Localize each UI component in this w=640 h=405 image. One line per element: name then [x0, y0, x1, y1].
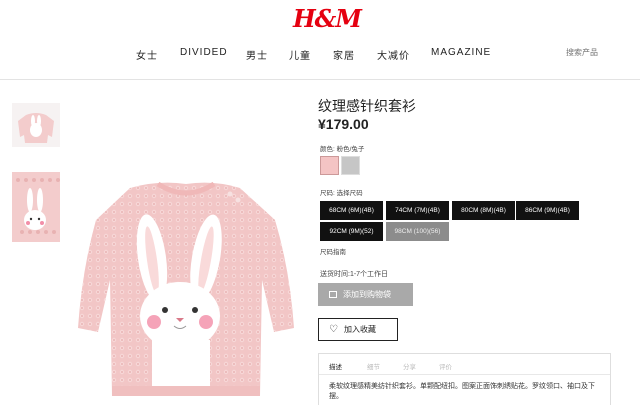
add-to-favorites-button[interactable]: ♡ 加入收藏 — [318, 318, 398, 341]
color-swatch-grey[interactable] — [341, 156, 360, 175]
tab-details[interactable]: 细节 — [367, 361, 380, 371]
main-nav: 女士 DIVIDED 男士 儿童 家居 大减价 MAGAZINE — [0, 47, 640, 63]
nav-item-magazine[interactable]: MAGAZINE — [431, 47, 491, 58]
search-input[interactable] — [566, 44, 632, 60]
favorite-label: 加入收藏 — [343, 325, 376, 334]
add-to-cart-label: 添加到购物袋 — [343, 290, 391, 299]
size-option-98cm[interactable]: 98CM (100)(56) — [386, 222, 449, 241]
main-product-image[interactable] — [70, 160, 302, 402]
shopping-bag-icon — [329, 291, 337, 298]
color-label: 颜色: 粉色/兔子 — [320, 146, 365, 153]
tab-reviews[interactable]: 评价 — [439, 361, 452, 371]
nav-item-kids[interactable]: 儿童 — [289, 47, 311, 62]
product-details-panel: 描述 细节 分享 评价 柔软纹理感精美纺针织套衫。单颗配纽扣。图案正面饰刺绣贴花… — [318, 353, 611, 405]
sweater-closeup-image — [12, 172, 60, 242]
add-to-cart-button[interactable]: 添加到购物袋 — [318, 283, 413, 306]
size-option-68cm[interactable]: 68CM (6M)(4B) — [320, 201, 383, 220]
sweater-thumbnail-image — [12, 103, 60, 147]
nav-item-sale[interactable]: 大减价 — [377, 47, 410, 62]
heart-icon: ♡ — [329, 323, 338, 335]
product-title: 纹理感针织套衫 — [318, 98, 416, 114]
size-option-80cm[interactable]: 80CM (8M)(4B) — [452, 201, 515, 220]
site-header: H&M 女士 DIVIDED 男士 儿童 家居 大减价 MAGAZINE — [0, 0, 640, 80]
product-thumbnail-1[interactable] — [12, 103, 60, 147]
product-thumbnail-2[interactable] — [12, 172, 60, 242]
size-label: 尺码: 选择尺码 — [320, 190, 363, 197]
color-swatch-pink[interactable] — [320, 156, 339, 175]
size-option-92cm[interactable]: 92CM (9M)(52) — [320, 222, 383, 241]
product-price: ¥179.00 — [318, 116, 369, 132]
hm-logo[interactable]: H&M — [293, 4, 362, 33]
nav-item-home[interactable]: 家居 — [333, 47, 355, 62]
tab-description[interactable]: 描述 — [329, 361, 342, 371]
product-description: 柔软纹理感精美纺针织套衫。单颗配纽扣。图案正面饰刺绣贴花。罗纹领口、袖口及下摆。 — [329, 383, 595, 400]
nav-item-men[interactable]: 男士 — [246, 47, 268, 62]
nav-item-women[interactable]: 女士 — [136, 47, 158, 62]
tab-share[interactable]: 分享 — [403, 361, 416, 371]
nav-item-divided[interactable]: DIVIDED — [180, 47, 228, 58]
size-guide-link[interactable]: 尺码指南 — [320, 246, 346, 256]
size-option-86cm[interactable]: 86CM (9M)(4B) — [516, 201, 579, 220]
delivery-info: 送货时间:1-7个工作日 — [320, 271, 389, 278]
tab-divider — [319, 374, 610, 375]
size-option-74cm[interactable]: 74CM (7M)(4B) — [386, 201, 449, 220]
bunny-sweater-image — [78, 181, 294, 396]
